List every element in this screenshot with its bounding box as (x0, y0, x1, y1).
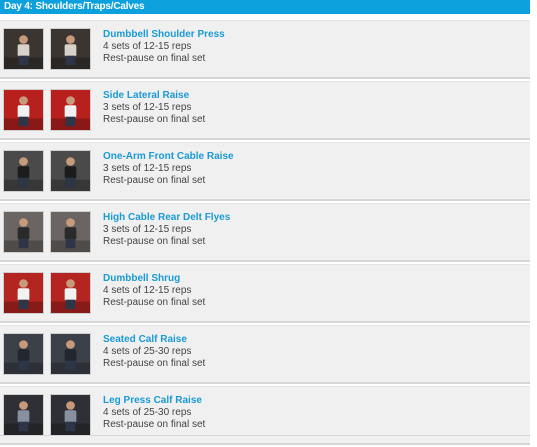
exercise-sets: 4 sets of 12-15 reps (103, 285, 192, 296)
exercise-info: High Cable Rear Delt Flyes 3 sets of 12-… (103, 212, 230, 248)
exercise-start-photo[interactable] (3, 89, 44, 131)
exercise-name-link[interactable]: Side Lateral Raise (103, 90, 205, 102)
exercise-row: One-Arm Front Cable Raise 3 sets of 12-1… (0, 142, 530, 201)
exercise-sets: 4 sets of 25-30 reps (103, 407, 192, 418)
day-header: Day 4: Shoulders/Traps/Calves (0, 0, 530, 14)
exercise-end-photo[interactable] (50, 28, 91, 70)
row-divider (0, 20, 530, 21)
exercise-info: Dumbbell Shoulder Press 4 sets of 12-15 … (103, 29, 225, 65)
exercise-row: Leg Press Calf Raise 4 sets of 25-30 rep… (0, 386, 530, 445)
row-divider (0, 325, 530, 326)
exercise-start-photo[interactable] (3, 272, 44, 314)
exercise-start-photo[interactable] (3, 333, 44, 375)
row-divider (0, 203, 530, 204)
exercise-note: Rest-pause on final set (103, 358, 206, 369)
exercise-end-photo[interactable] (50, 150, 91, 192)
exercise-sets: 4 sets of 25-30 reps (103, 346, 192, 357)
exercise-start-photo[interactable] (3, 211, 44, 253)
exercise-start-photo[interactable] (3, 150, 44, 192)
exercise-info: Dumbbell Shrug 4 sets of 12-15 reps Rest… (103, 273, 205, 309)
exercise-info: Seated Calf Raise 4 sets of 25-30 reps R… (103, 334, 205, 370)
exercise-end-photo[interactable] (50, 211, 91, 253)
exercise-info: One-Arm Front Cable Raise 3 sets of 12-1… (103, 151, 234, 187)
exercise-start-photo[interactable] (3, 394, 44, 436)
row-divider (0, 142, 530, 143)
exercise-note: Rest-pause on final set (103, 419, 206, 430)
exercise-sets: 3 sets of 12-15 reps (103, 163, 192, 174)
exercise-name-link[interactable]: High Cable Rear Delt Flyes (103, 212, 230, 224)
row-divider (0, 386, 530, 387)
exercise-note: Rest-pause on final set (103, 53, 206, 64)
exercise-info: Leg Press Calf Raise 4 sets of 25-30 rep… (103, 395, 205, 431)
exercise-row: Side Lateral Raise 3 sets of 12-15 reps … (0, 81, 530, 140)
exercise-row: Dumbbell Shrug 4 sets of 12-15 reps Rest… (0, 264, 530, 323)
exercise-name-link[interactable]: Dumbbell Shrug (103, 273, 205, 285)
exercise-row: Seated Calf Raise 4 sets of 25-30 reps R… (0, 325, 530, 384)
exercise-sets: 4 sets of 12-15 reps (103, 41, 192, 52)
exercise-end-photo[interactable] (50, 394, 91, 436)
exercise-end-photo[interactable] (50, 89, 91, 131)
row-divider (0, 264, 530, 265)
exercise-row: Dumbbell Shoulder Press 4 sets of 12-15 … (0, 20, 530, 79)
exercise-note: Rest-pause on final set (103, 175, 206, 186)
exercise-end-photo[interactable] (50, 272, 91, 314)
row-divider (0, 81, 530, 82)
exercise-list: Dumbbell Shoulder Press 4 sets of 12-15 … (0, 20, 530, 447)
exercise-note: Rest-pause on final set (103, 114, 206, 125)
exercise-end-photo[interactable] (50, 333, 91, 375)
exercise-row: High Cable Rear Delt Flyes 3 sets of 12-… (0, 203, 530, 262)
exercise-note: Rest-pause on final set (103, 297, 206, 308)
exercise-name-link[interactable]: Dumbbell Shoulder Press (103, 29, 225, 41)
exercise-name-link[interactable]: One-Arm Front Cable Raise (103, 151, 234, 163)
exercise-name-link[interactable]: Seated Calf Raise (103, 334, 205, 346)
exercise-start-photo[interactable] (3, 28, 44, 70)
exercise-sets: 3 sets of 12-15 reps (103, 224, 192, 235)
exercise-note: Rest-pause on final set (103, 236, 206, 247)
exercise-name-link[interactable]: Leg Press Calf Raise (103, 395, 205, 407)
exercise-info: Side Lateral Raise 3 sets of 12-15 reps … (103, 90, 205, 126)
exercise-sets: 3 sets of 12-15 reps (103, 102, 192, 113)
